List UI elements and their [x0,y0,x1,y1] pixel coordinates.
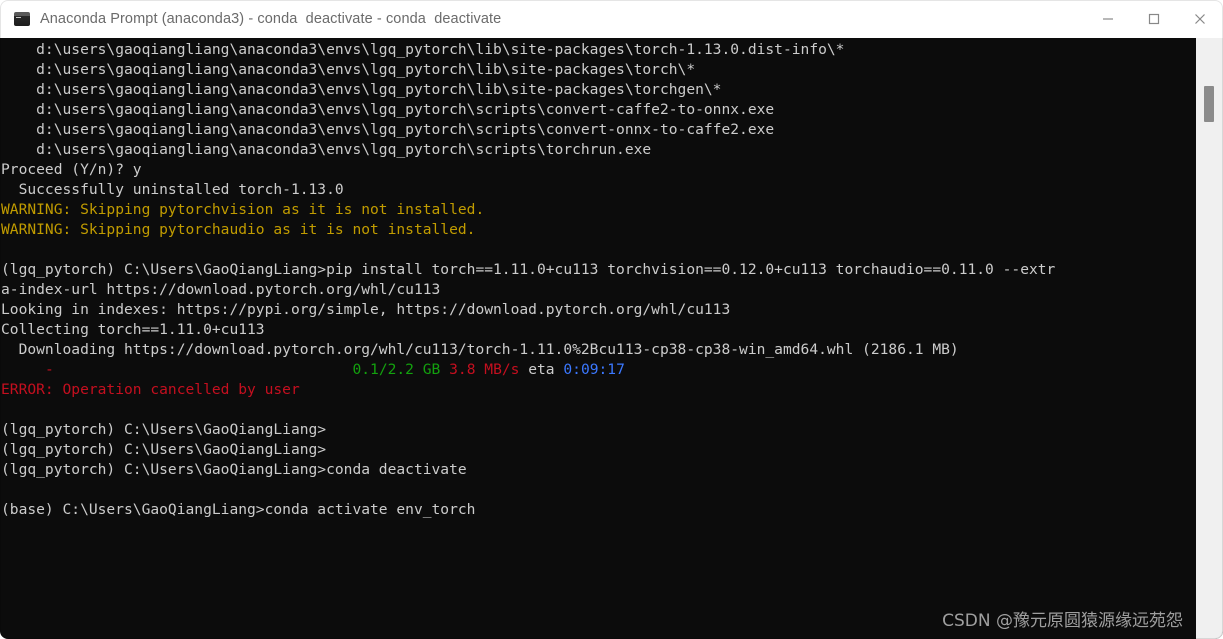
terminal-line: WARNING: Skipping pytorchaudio as it is … [0,220,1196,240]
scrollbar-thumb[interactable] [1204,86,1214,122]
terminal-text-segment: WARNING: Skipping pytorchvision as it is… [1,201,485,218]
maximize-button[interactable] [1131,0,1177,38]
terminal-output-area[interactable]: d:\users\gaoqiangliang\anaconda3\envs\lg… [0,38,1223,639]
terminal-text-segment: d:\users\gaoqiangliang\anaconda3\envs\lg… [1,121,775,138]
terminal-line: d:\users\gaoqiangliang\anaconda3\envs\lg… [0,100,1196,120]
csdn-watermark: CSDN @豫元原圆猿源缘远苑怨 [942,611,1183,631]
terminal-line: d:\users\gaoqiangliang\anaconda3\envs\lg… [0,60,1196,80]
terminal-text-segment: ERROR: Operation cancelled by user [1,381,300,398]
window-titlebar[interactable]: Anaconda Prompt (anaconda3) - conda deac… [0,0,1223,38]
terminal-text-segment: 0.1/2.2 GB [352,361,441,378]
terminal-line: Successfully uninstalled torch-1.13.0 [0,180,1196,200]
terminal-text-segment: Collecting torch==1.11.0+cu113 [1,321,265,338]
terminal-line: d:\users\gaoqiangliang\anaconda3\envs\lg… [0,40,1196,60]
terminal-line: (lgq_pytorch) C:\Users\GaoQiangLiang>con… [0,460,1196,480]
terminal-text-segment: d:\users\gaoqiangliang\anaconda3\envs\lg… [1,141,652,158]
terminal-text-segment: d:\users\gaoqiangliang\anaconda3\envs\lg… [1,41,845,58]
terminal-line: Downloading https://download.pytorch.org… [0,340,1196,360]
window-title: Anaconda Prompt (anaconda3) - conda deac… [40,11,502,27]
terminal-text-segment: d:\users\gaoqiangliang\anaconda3\envs\lg… [1,101,775,118]
terminal-line: d:\users\gaoqiangliang\anaconda3\envs\lg… [0,80,1196,100]
terminal-line: (lgq_pytorch) C:\Users\GaoQiangLiang> [0,440,1196,460]
terminal-line: d:\users\gaoqiangliang\anaconda3\envs\lg… [0,120,1196,140]
terminal-scrollbar[interactable] [1196,38,1223,639]
anaconda-prompt-window: Anaconda Prompt (anaconda3) - conda deac… [0,0,1223,639]
terminal-text-segment: eta [519,361,564,378]
terminal-lines: d:\users\gaoqiangliang\anaconda3\envs\lg… [0,38,1196,639]
terminal-text-segment: - [44,361,54,378]
terminal-text-segment: Successfully uninstalled torch-1.13.0 [1,181,344,198]
console-icon [14,12,30,26]
terminal-line: - 0.1/2.2 GB 3.8 MB/s eta 0:09:17 [0,360,1196,380]
terminal-text-segment: d:\users\gaoqiangliang\anaconda3\envs\lg… [1,61,696,78]
terminal-line: (base) C:\Users\GaoQiangLiang>conda acti… [0,500,1196,520]
terminal-text-segment: 0:09:17 [563,361,625,378]
terminal-text-segment: (lgq_pytorch) C:\Users\GaoQiangLiang> [1,441,327,458]
terminal-text-segment: WARNING: Skipping pytorchaudio as it is … [1,221,476,238]
close-button[interactable] [1177,0,1223,38]
terminal-text-segment: d:\users\gaoqiangliang\anaconda3\envs\lg… [1,81,722,98]
terminal-text-segment: 3.8 MB/s [449,361,520,378]
terminal-text-segment: Proceed (Y/n)? y [1,161,142,178]
terminal-line: ERROR: Operation cancelled by user [0,380,1196,400]
terminal-text-segment: a-index-url https://download.pytorch.org… [1,281,441,298]
terminal-text-segment: (lgq_pytorch) C:\Users\GaoQiangLiang>con… [1,461,467,478]
terminal-line: d:\users\gaoqiangliang\anaconda3\envs\lg… [0,140,1196,160]
terminal-line: (lgq_pytorch) C:\Users\GaoQiangLiang>pip… [0,260,1196,280]
terminal-line: (lgq_pytorch) C:\Users\GaoQiangLiang> [0,420,1196,440]
minimize-button[interactable] [1085,0,1131,38]
terminal-line: Looking in indexes: https://pypi.org/sim… [0,300,1196,320]
terminal-line: Proceed (Y/n)? y [0,160,1196,180]
terminal-text-segment: Downloading https://download.pytorch.org… [1,341,959,358]
terminal-line: a-index-url https://download.pytorch.org… [0,280,1196,300]
window-controls [1085,0,1223,38]
terminal-text-segment: (lgq_pytorch) C:\Users\GaoQiangLiang>pip… [1,261,1056,278]
terminal-text-segment: (lgq_pytorch) C:\Users\GaoQiangLiang> [1,421,327,438]
terminal-text-segment: Looking in indexes: https://pypi.org/sim… [1,301,731,318]
terminal-line: Collecting torch==1.11.0+cu113 [0,320,1196,340]
terminal-text-segment: (base) C:\Users\GaoQiangLiang>conda acti… [1,501,476,518]
terminal-line: WARNING: Skipping pytorchvision as it is… [0,200,1196,220]
